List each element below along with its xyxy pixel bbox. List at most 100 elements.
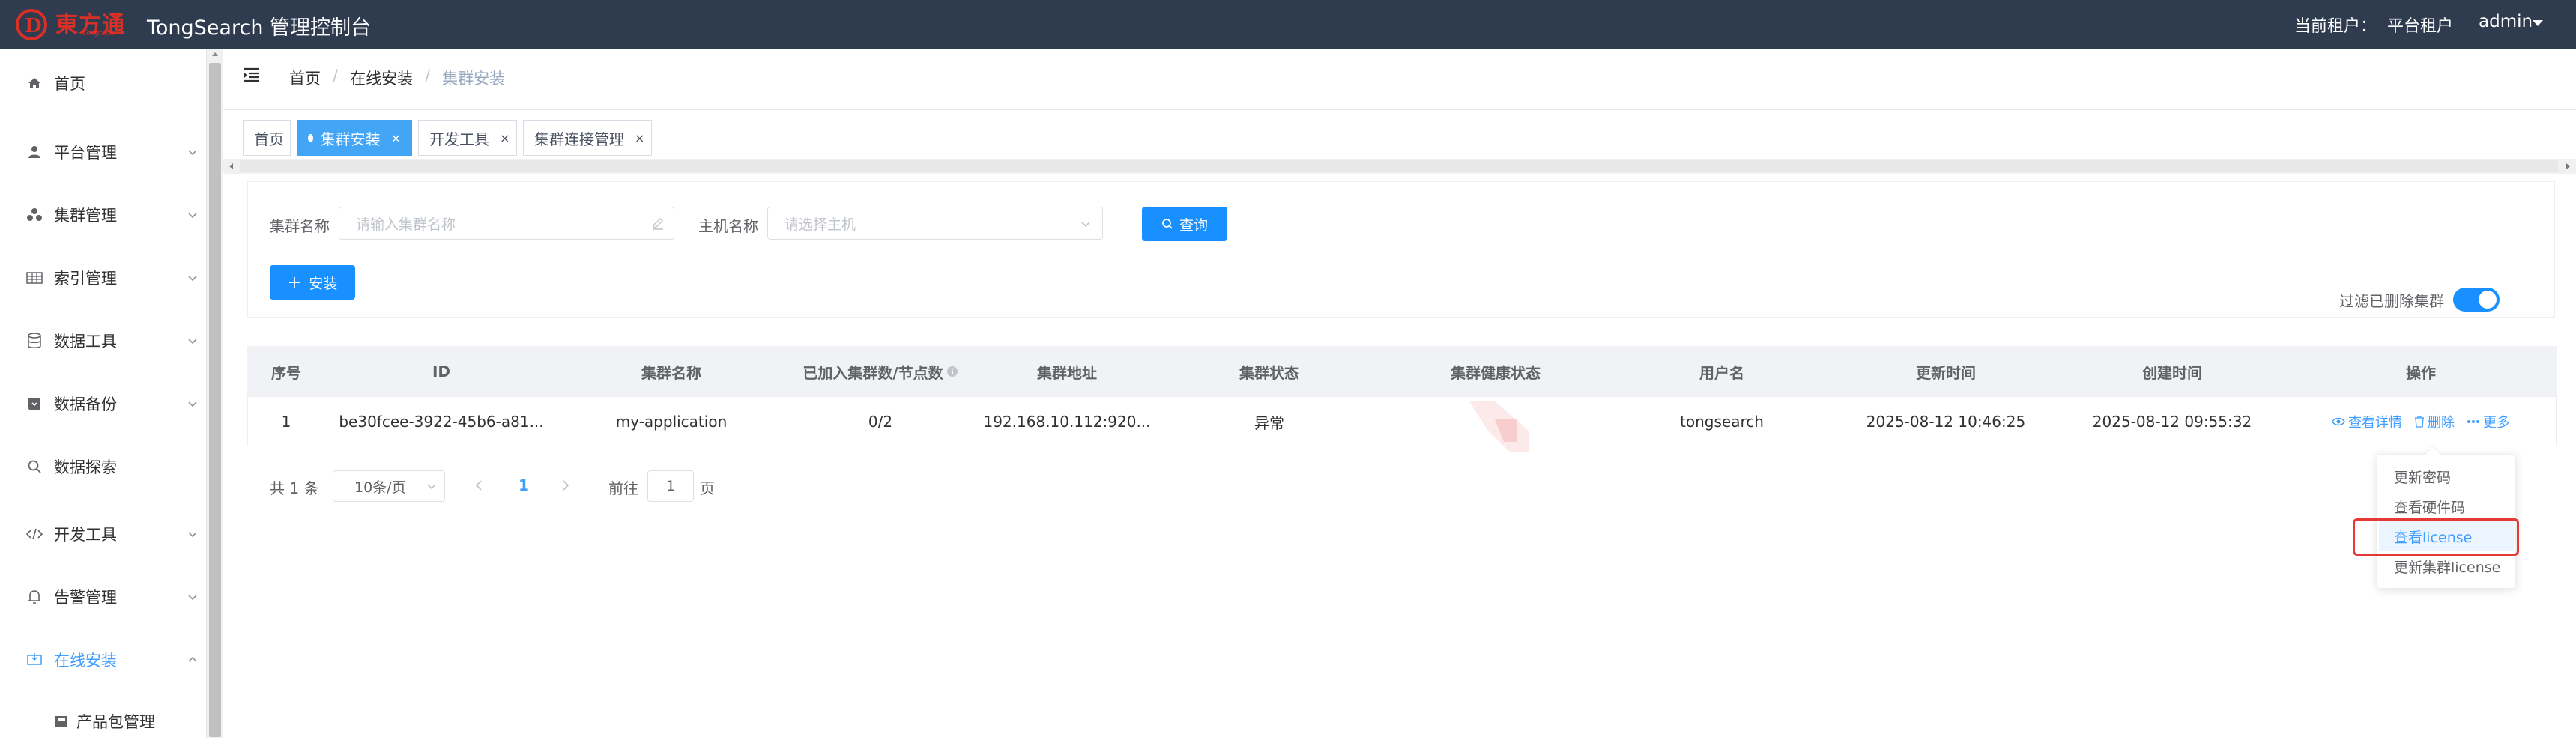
- sidebar-item-label: 产品包管理: [76, 713, 155, 731]
- install-button[interactable]: + 安装: [270, 265, 355, 300]
- menu-item-update-cluster-license[interactable]: 更新集群license: [2394, 556, 2500, 577]
- tab-cluster-connection[interactable]: 集群连接管理 ×: [523, 120, 652, 156]
- tab-dev-tools[interactable]: 开发工具 ×: [418, 120, 517, 156]
- caret-down-icon[interactable]: [2533, 20, 2543, 26]
- breadcrumb-item-online-install[interactable]: 在线安装: [350, 67, 413, 89]
- sidebar-item-dev-tools[interactable]: 开发工具: [0, 515, 207, 553]
- cell-name: my-application: [615, 413, 728, 431]
- highlight-annotation-box: [2353, 518, 2519, 556]
- sidebar-item-label: 在线安装: [54, 652, 117, 670]
- delete-link[interactable]: 删除: [2414, 412, 2455, 431]
- sidebar-item-cluster[interactable]: 集群管理: [0, 196, 207, 234]
- tab-home[interactable]: 首页: [243, 120, 291, 156]
- next-page-icon[interactable]: [560, 479, 571, 491]
- column-header-nodes: 已加入集群数/节点数: [785, 346, 976, 397]
- menu-item-view-hardware-code[interactable]: 查看硬件码: [2394, 497, 2465, 517]
- close-icon[interactable]: ×: [500, 131, 510, 145]
- backup-icon: [25, 395, 43, 413]
- chevron-down-icon: [187, 529, 198, 539]
- sidebar-item-index[interactable]: 索引管理: [0, 259, 207, 297]
- edit-icon: [651, 216, 665, 230]
- more-link[interactable]: 更多: [2467, 412, 2510, 431]
- query-button[interactable]: 查询: [1142, 207, 1227, 241]
- chevron-down-icon: [187, 336, 198, 346]
- sidebar-item-alerts[interactable]: 告警管理: [0, 578, 207, 616]
- cell-id: be30fcee-3922-45b6-a81...: [339, 413, 544, 431]
- cell-status: 异常: [1254, 413, 1284, 432]
- sidebar-item-data-backup[interactable]: 数据备份: [0, 385, 207, 422]
- sidebar-item-label: 集群管理: [54, 207, 117, 225]
- logo-text: 東方通: [55, 12, 125, 38]
- code-icon: [25, 525, 43, 543]
- home-icon: [25, 74, 43, 92]
- delete-label: 删除: [2428, 415, 2455, 431]
- cluster-name-label: 集群名称: [270, 217, 330, 235]
- bell-icon: [25, 588, 43, 606]
- host-select-placeholder: 请选择主机: [784, 216, 856, 233]
- search-panel: [247, 181, 2555, 318]
- search-icon: [25, 458, 43, 476]
- sidebar-scrollbar[interactable]: [207, 49, 223, 738]
- column-header-name: 集群名称: [641, 363, 701, 382]
- sidebar-item-platform[interactable]: 平台管理: [0, 133, 207, 171]
- search-icon: [1161, 218, 1173, 230]
- pagination-total: 共 1 条: [270, 479, 319, 497]
- view-details-link[interactable]: 查看详情: [2332, 412, 2402, 431]
- breadcrumb-item-home[interactable]: 首页: [289, 67, 321, 89]
- host-name-label: 主机名称: [698, 217, 758, 235]
- tabs-scrollbar[interactable]: [223, 159, 2576, 174]
- chevron-down-icon: [187, 210, 198, 220]
- trash-icon: [2414, 416, 2425, 428]
- cluster-name-input[interactable]: 请输入集群名称: [339, 207, 674, 240]
- top-bar: [0, 0, 2576, 49]
- column-header-index: 序号: [271, 363, 301, 382]
- column-header-health: 集群健康状态: [1451, 363, 1541, 382]
- close-icon[interactable]: ×: [391, 131, 401, 145]
- sidebar-item-data-explore[interactable]: 数据探索: [0, 448, 207, 485]
- grid-icon: [25, 269, 43, 287]
- host-select[interactable]: 请选择主机: [767, 207, 1103, 240]
- sidebar-item-label: 数据工具: [54, 333, 117, 351]
- column-header-updated: 更新时间: [1916, 363, 1976, 382]
- svg-text:D: D: [25, 15, 42, 37]
- sidebar-item-label: 索引管理: [54, 270, 117, 288]
- chevron-up-icon: [187, 655, 198, 665]
- column-header-created: 创建时间: [2142, 363, 2202, 382]
- column-header-nodes-label: 已加入集群数/节点数: [802, 363, 943, 382]
- page-size-select[interactable]: 10条/页: [333, 470, 445, 502]
- goto-page-input[interactable]: 1: [647, 470, 694, 502]
- more-dots-icon: [2467, 419, 2480, 424]
- current-page[interactable]: 1: [518, 476, 529, 494]
- goto-label: 前往: [608, 479, 638, 497]
- user-menu[interactable]: admin: [2479, 12, 2533, 31]
- sidebar-item-label: 数据探索: [54, 458, 117, 476]
- install-button-label: 安装: [309, 275, 338, 292]
- tenant-info: 当前租户： 平台租户: [2294, 13, 2453, 37]
- column-header-username: 用户名: [1699, 363, 1744, 382]
- tenant-label: 当前租户：: [2294, 17, 2377, 36]
- package-icon: [52, 712, 70, 730]
- chevron-down-icon: [1080, 218, 1092, 230]
- sidebar-item-home[interactable]: 首页: [0, 64, 207, 102]
- prev-page-icon[interactable]: [474, 479, 484, 491]
- close-icon[interactable]: ×: [635, 131, 644, 145]
- health-indicator: [1465, 400, 1532, 454]
- filter-deleted-toggle[interactable]: [2453, 288, 2500, 312]
- cell-actions: 查看详情 删除 更多: [2285, 397, 2557, 446]
- chevron-down-icon: [426, 481, 437, 491]
- chevron-down-icon: [187, 592, 198, 602]
- cell-nodes: 0/2: [868, 413, 893, 431]
- tab-cluster-install[interactable]: 集群安装 ×: [297, 120, 412, 156]
- tab-label: 首页: [254, 130, 284, 148]
- info-icon[interactable]: [946, 366, 958, 377]
- menu-toggle-icon[interactable]: [243, 66, 262, 84]
- column-header-id: ID: [432, 363, 451, 380]
- more-label: 更多: [2483, 415, 2510, 431]
- menu-item-update-password[interactable]: 更新密码: [2394, 467, 2451, 487]
- cell-address: 192.168.10.112:920...: [983, 413, 1151, 431]
- sidebar-item-label: 数据备份: [54, 395, 117, 413]
- sidebar-item-package-mgmt[interactable]: 产品包管理: [0, 703, 207, 740]
- install-icon: [25, 651, 43, 669]
- sidebar-item-data-tools[interactable]: 数据工具: [0, 322, 207, 360]
- sidebar-item-online-install[interactable]: 在线安装: [0, 641, 207, 679]
